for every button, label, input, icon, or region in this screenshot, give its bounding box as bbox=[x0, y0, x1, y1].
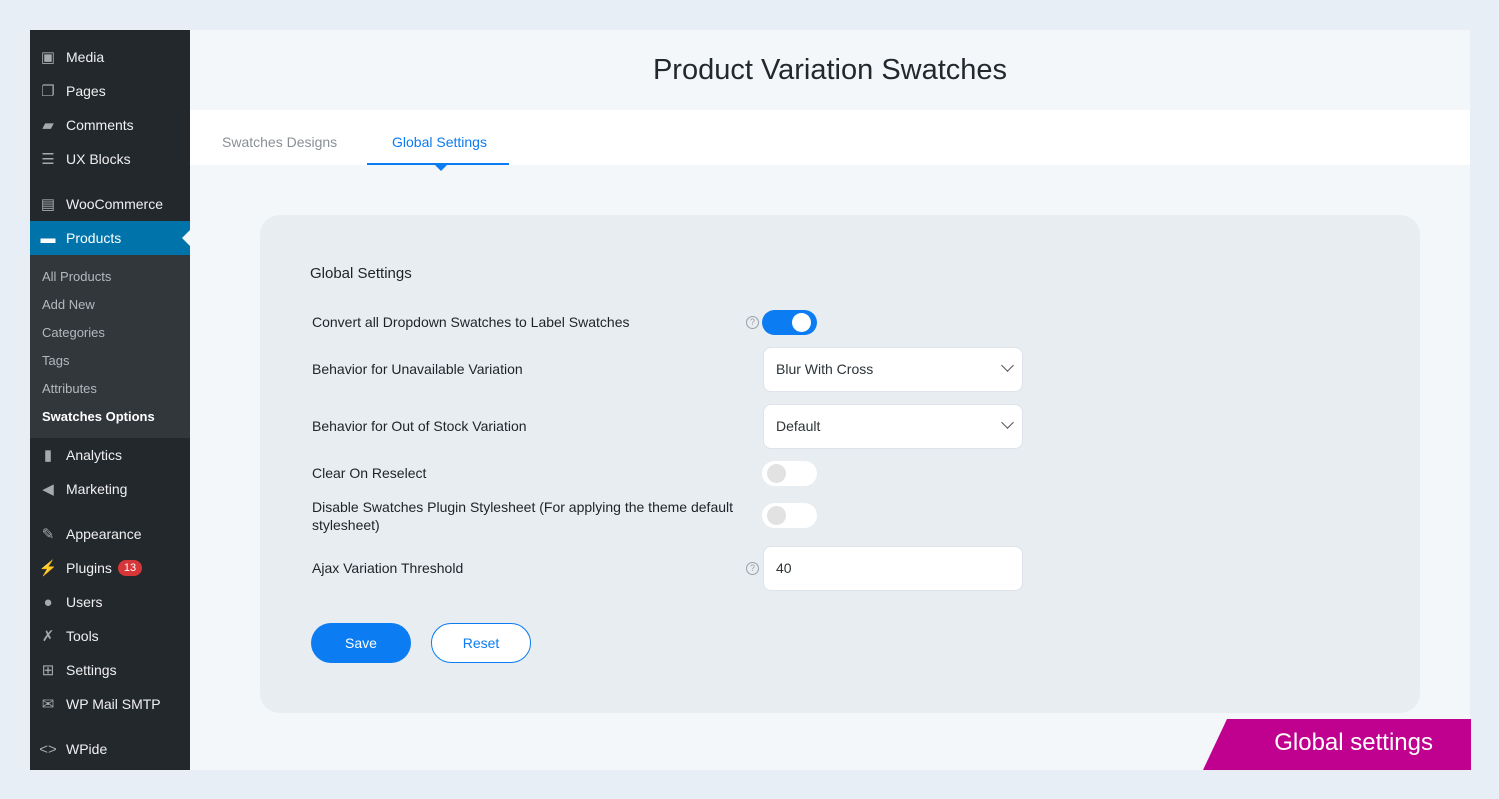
label: Marketing bbox=[66, 481, 128, 497]
sidebar-item-tools[interactable]: ✗ Tools bbox=[30, 619, 190, 653]
clear-toggle[interactable] bbox=[762, 461, 817, 486]
toggle-knob bbox=[767, 506, 786, 525]
selected-value: Blur With Cross bbox=[776, 361, 874, 377]
sidebar-item-users[interactable]: ● Users bbox=[30, 585, 190, 619]
submenu-categories[interactable]: Categories bbox=[42, 325, 105, 340]
label: Products bbox=[66, 230, 122, 246]
label: Users bbox=[66, 594, 103, 610]
label: Comments bbox=[66, 117, 134, 133]
help-icon[interactable]: ? bbox=[746, 562, 759, 575]
ux-blocks-icon: ☰ bbox=[41, 151, 55, 168]
submenu-swatches-options[interactable]: Swatches Options bbox=[42, 409, 155, 424]
label: Appearance bbox=[66, 526, 142, 542]
sidebar-item-products[interactable]: ▬ Products bbox=[30, 221, 190, 255]
label: Media bbox=[66, 49, 105, 65]
caption-text: Global settings bbox=[1274, 729, 1433, 756]
save-button[interactable]: Save bbox=[311, 623, 411, 663]
settings-icon: ⊞ bbox=[41, 662, 55, 679]
main-content: Product Variation Swatches Swatches Desi… bbox=[190, 30, 1470, 770]
selected-value: Default bbox=[776, 418, 821, 434]
convert-toggle[interactable] bbox=[762, 310, 817, 335]
label: UX Blocks bbox=[66, 151, 131, 167]
chevron-down-icon bbox=[1001, 416, 1014, 429]
disable-stylesheet-toggle[interactable] bbox=[762, 503, 817, 528]
users-icon: ● bbox=[43, 593, 53, 611]
sidebar-item-wpide[interactable]: <> WPide bbox=[30, 732, 190, 766]
ajax-label: Ajax Variation Threshold bbox=[312, 560, 464, 576]
analytics-icon: ▮ bbox=[43, 447, 53, 464]
outofstock-select[interactable]: Default bbox=[763, 404, 1023, 449]
ajax-threshold-input[interactable]: 40 bbox=[763, 546, 1023, 591]
sidebar-item-appearance[interactable]: ✎ Appearance bbox=[30, 517, 190, 551]
reset-button[interactable]: Reset bbox=[431, 623, 531, 663]
comments-icon: ▰ bbox=[42, 117, 54, 134]
sidebar-item-woocommerce[interactable]: ▤ WooCommerce bbox=[30, 187, 190, 221]
submenu-all-products[interactable]: All Products bbox=[42, 269, 111, 284]
woocommerce-icon: ▤ bbox=[40, 196, 56, 213]
sidebar-item-settings[interactable]: ⊞ Settings bbox=[30, 653, 190, 687]
label: Pages bbox=[66, 83, 106, 99]
toggle-knob bbox=[767, 464, 786, 483]
plugins-icon: ⚡ bbox=[38, 560, 58, 577]
admin-sidebar: ▣ Media ❐ Pages ▰ Comments ☰ UX Blocks ▤ WooC… bbox=[30, 30, 190, 770]
sidebar-item-plugins[interactable]: ⚡ Plugins 13 bbox=[30, 551, 190, 585]
sidebar-item-marketing[interactable]: ◀ Marketing bbox=[30, 472, 190, 506]
label: WP Mail SMTP bbox=[66, 696, 161, 712]
label: WooCommerce bbox=[66, 196, 163, 212]
sidebar-item-wp-mail-smtp[interactable]: ✉ WP Mail SMTP bbox=[30, 687, 190, 721]
sidebar-item-ux-blocks[interactable]: ☰ UX Blocks bbox=[30, 142, 190, 176]
sidebar-item-pages[interactable]: ❐ Pages bbox=[30, 74, 190, 108]
label: WPide bbox=[66, 741, 108, 757]
products-icon: ▬ bbox=[40, 229, 56, 247]
marketing-icon: ◀ bbox=[42, 481, 54, 498]
chevron-down-icon bbox=[1001, 359, 1014, 372]
caption-banner: Global settings bbox=[1203, 719, 1471, 770]
page-title: Product Variation Swatches bbox=[652, 54, 1008, 86]
label: Settings bbox=[66, 662, 117, 678]
tab-global-settings[interactable]: Global Settings bbox=[392, 134, 487, 150]
tab-bar: Swatches Designs Global Settings bbox=[190, 110, 1470, 171]
sidebar-item-comments[interactable]: ▰ Comments bbox=[30, 108, 190, 142]
submenu-tags[interactable]: Tags bbox=[42, 353, 69, 368]
disable-label: Disable Swatches Plugin Stylesheet (For … bbox=[312, 499, 734, 533]
clear-label: Clear On Reselect bbox=[312, 465, 427, 481]
unavailable-select[interactable]: Blur With Cross bbox=[763, 347, 1023, 392]
label: Tools bbox=[66, 628, 99, 644]
section-heading: Global Settings bbox=[310, 265, 412, 282]
active-tab-arrow bbox=[435, 165, 447, 177]
convert-label: Convert all Dropdown Swatches to Label S… bbox=[312, 314, 630, 330]
label: Analytics bbox=[66, 447, 123, 463]
tab-swatches-designs[interactable]: Swatches Designs bbox=[222, 134, 337, 150]
plugins-update-badge: 13 bbox=[117, 560, 143, 576]
toggle-knob bbox=[792, 313, 811, 332]
submenu-add-new[interactable]: Add New bbox=[42, 297, 95, 312]
products-submenu: All Products Add New Categories Tags Att… bbox=[30, 255, 190, 438]
sidebar-item-media[interactable]: ▣ Media bbox=[30, 40, 190, 74]
media-icon: ▣ bbox=[40, 49, 56, 66]
help-icon[interactable]: ? bbox=[746, 316, 759, 329]
label: Plugins bbox=[66, 560, 112, 576]
tools-icon: ✗ bbox=[41, 628, 55, 645]
settings-card: Global Settings Convert all Dropdown Swa… bbox=[260, 215, 1420, 713]
outofstock-label: Behavior for Out of Stock Variation bbox=[312, 418, 527, 434]
sidebar-item-analytics[interactable]: ▮ Analytics bbox=[30, 438, 190, 472]
submenu-attributes[interactable]: Attributes bbox=[42, 381, 97, 396]
unavailable-label: Behavior for Unavailable Variation bbox=[312, 361, 523, 377]
appearance-icon: ✎ bbox=[41, 526, 55, 543]
mail-icon: ✉ bbox=[41, 696, 55, 713]
code-icon: <> bbox=[39, 740, 57, 758]
pages-icon: ❐ bbox=[41, 83, 55, 100]
